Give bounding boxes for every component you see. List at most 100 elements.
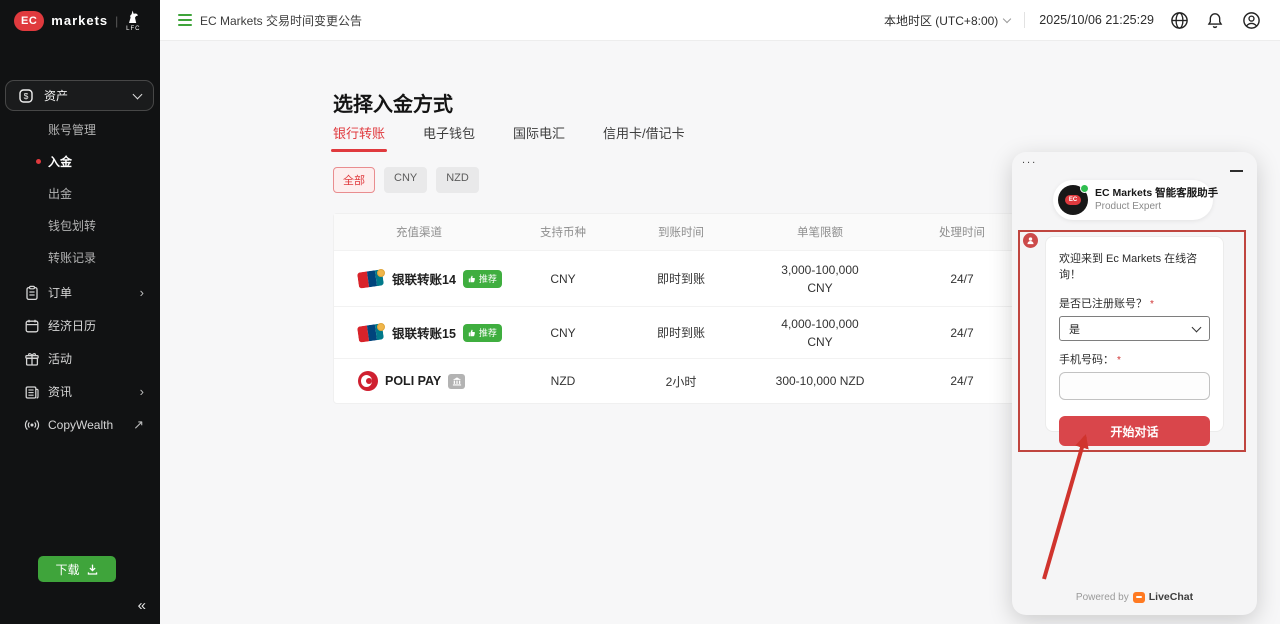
timezone-selector[interactable]: 本地时区 (UTC+8:00) [884, 12, 1010, 29]
sidebar-item-orders[interactable]: 订单 › [0, 276, 160, 309]
tab-e-wallet[interactable]: 电子钱包 [423, 123, 475, 152]
tab-international-wire[interactable]: 国际电汇 [513, 123, 565, 152]
table-row[interactable]: 银联转账14 推荐 CNY 即时到账 3,000-100,000CNY 24/7 [334, 250, 1027, 306]
news-icon [24, 384, 40, 400]
sidebar-collapse-icon[interactable]: « [138, 597, 146, 614]
announcement-link[interactable]: EC Markets 交易时间变更公告 [200, 12, 362, 29]
phone-input[interactable] [1059, 372, 1210, 400]
sidebar-menu: 订单 › 经济日历 活动 [0, 276, 160, 441]
unionpay-card-icon [358, 269, 385, 289]
chat-minimize-icon[interactable] [1230, 170, 1243, 172]
sidebar-item-economic-calendar[interactable]: 经济日历 [0, 309, 160, 342]
channel-name: 银联转账15 [392, 323, 456, 342]
agent-name: EC Markets 智能客服助手 [1095, 187, 1218, 201]
tab-bank-transfer[interactable]: 银行转账 [333, 123, 385, 152]
sidebar-group-assets[interactable]: $ 资产 [5, 80, 154, 111]
powered-by-livechat[interactable]: Powered by LiveChat [1012, 591, 1257, 603]
online-status-dot [1080, 184, 1089, 193]
gift-icon [24, 351, 40, 367]
sidebar-item-deposit[interactable]: 入金 [0, 145, 160, 177]
cell-limit: 3,000-100,000CNY [740, 261, 900, 297]
table-header-row: 充值渠道 支持币种 到账时间 单笔限额 处理时间 [334, 214, 1027, 250]
calendar-icon [24, 318, 40, 334]
liverbird-icon [125, 9, 141, 25]
cell-limit: 300-10,000 NZD [740, 372, 900, 390]
bank-badge-icon [448, 374, 465, 389]
required-asterisk: * [1150, 299, 1154, 310]
ec-logo-icon: EC [14, 11, 44, 31]
sidebar-item-wallet-transfer[interactable]: 钱包划转 [0, 209, 160, 241]
chevron-right-icon: › [140, 285, 144, 300]
filter-all[interactable]: 全部 [333, 167, 375, 193]
divider [1024, 12, 1025, 28]
broadcast-icon [24, 417, 40, 433]
notifications-bell-icon[interactable] [1204, 9, 1226, 31]
topbar: EC Markets 交易时间变更公告 本地时区 (UTC+8:00) 2025… [160, 0, 1280, 41]
cell-hours: 24/7 [900, 272, 1024, 286]
page-title: 选择入金方式 [333, 88, 453, 117]
required-asterisk: * [1117, 355, 1121, 366]
cell-arrival: 即时到账 [622, 270, 740, 287]
thumbs-up-icon [468, 275, 476, 283]
chat-prechat-form: 欢迎来到 Ec Markets 在线咨询！ 是否已注册账号？* 是 手机号码：*… [1045, 236, 1224, 432]
brand-logo[interactable]: EC markets | LFC [14, 9, 141, 32]
cell-currency: NZD [504, 374, 622, 388]
clipboard-icon [24, 285, 40, 301]
account-profile-icon[interactable] [1240, 9, 1262, 31]
unionpay-card-icon [358, 323, 385, 343]
download-icon [86, 563, 99, 576]
phone-label: 手机号码：* [1059, 351, 1210, 367]
agent-role: Product Expert [1095, 200, 1218, 213]
cell-arrival: 2小时 [622, 373, 740, 390]
sidebar-item-copywealth[interactable]: CopyWealth ↗ [0, 408, 160, 441]
chat-menu-icon[interactable]: ... [1022, 154, 1037, 166]
livechat-icon [1133, 592, 1145, 603]
chevron-down-icon [133, 89, 143, 99]
sidebar-item-account-management[interactable]: 账号管理 [0, 113, 160, 145]
sidebar-item-promotions[interactable]: 活动 [0, 342, 160, 375]
language-globe-icon[interactable] [1168, 9, 1190, 31]
chevron-down-icon [1003, 14, 1011, 22]
start-chat-button[interactable]: 开始对话 [1059, 416, 1210, 446]
lfc-liverbird-logo: LFC [125, 9, 141, 32]
cell-limit: 4,000-100,000CNY [740, 315, 900, 351]
livechat-widget: ... EC EC Markets 智能客服助手 Product Expert … [1012, 152, 1257, 615]
cell-currency: CNY [504, 272, 622, 286]
header-limit: 单笔限额 [740, 224, 900, 240]
sidebar-item-news[interactable]: 资讯 › [0, 375, 160, 408]
active-dot-icon [36, 159, 41, 164]
tab-credit-debit-card[interactable]: 信用卡/借记卡 [603, 123, 685, 152]
datetime-label: 2025/10/06 21:25:29 [1039, 13, 1154, 27]
registered-select[interactable]: 是 [1059, 316, 1210, 341]
download-button[interactable]: 下载 [38, 556, 116, 582]
cell-arrival: 即时到账 [622, 324, 740, 341]
header-channel: 充值渠道 [334, 224, 504, 240]
thumbs-up-icon [468, 329, 476, 337]
table-row[interactable]: 银联转账15 推荐 CNY 即时到账 4,000-100,000CNY 24/7 [334, 306, 1027, 358]
chat-agent-card: EC EC Markets 智能客服助手 Product Expert [1053, 180, 1213, 220]
topbar-right: 本地时区 (UTC+8:00) 2025/10/06 21:25:29 [884, 9, 1262, 31]
currency-filter-chips: 全部 CNY NZD [333, 167, 479, 193]
cell-hours: 24/7 [900, 374, 1024, 388]
poli-pay-icon [358, 371, 378, 391]
filter-nzd[interactable]: NZD [436, 167, 479, 193]
announcement-list-icon[interactable] [178, 14, 192, 26]
filter-cny[interactable]: CNY [384, 167, 427, 193]
header-processing-time: 处理时间 [900, 224, 1024, 240]
sidebar-item-transfer-history[interactable]: 转账记录 [0, 241, 160, 273]
brand-markets-label: markets [51, 13, 108, 28]
assets-submenu: 账号管理 入金 出金 钱包划转 转账记录 [0, 113, 160, 273]
channel-name: POLI PAY [385, 374, 441, 388]
deposit-channels-table: 充值渠道 支持币种 到账时间 单笔限额 处理时间 银联转账14 推荐 CNY 即… [333, 213, 1028, 404]
header-arrival-time: 到账时间 [622, 224, 740, 240]
svg-text:$: $ [24, 91, 29, 101]
header-currency: 支持币种 [504, 224, 622, 240]
sidebar: EC markets | LFC $ 资产 账号管理 入金 出金 钱包划转 转账… [0, 0, 160, 624]
channel-name: 银联转账14 [392, 269, 456, 288]
table-row[interactable]: POLI PAY NZD 2小时 300-10,000 NZD 24/7 [334, 358, 1027, 403]
chevron-down-icon [1192, 322, 1202, 332]
external-link-icon: ↗ [133, 417, 144, 433]
welcome-message: 欢迎来到 Ec Markets 在线咨询！ [1059, 250, 1210, 282]
recommended-badge: 推荐 [463, 270, 502, 288]
sidebar-item-withdraw[interactable]: 出金 [0, 177, 160, 209]
